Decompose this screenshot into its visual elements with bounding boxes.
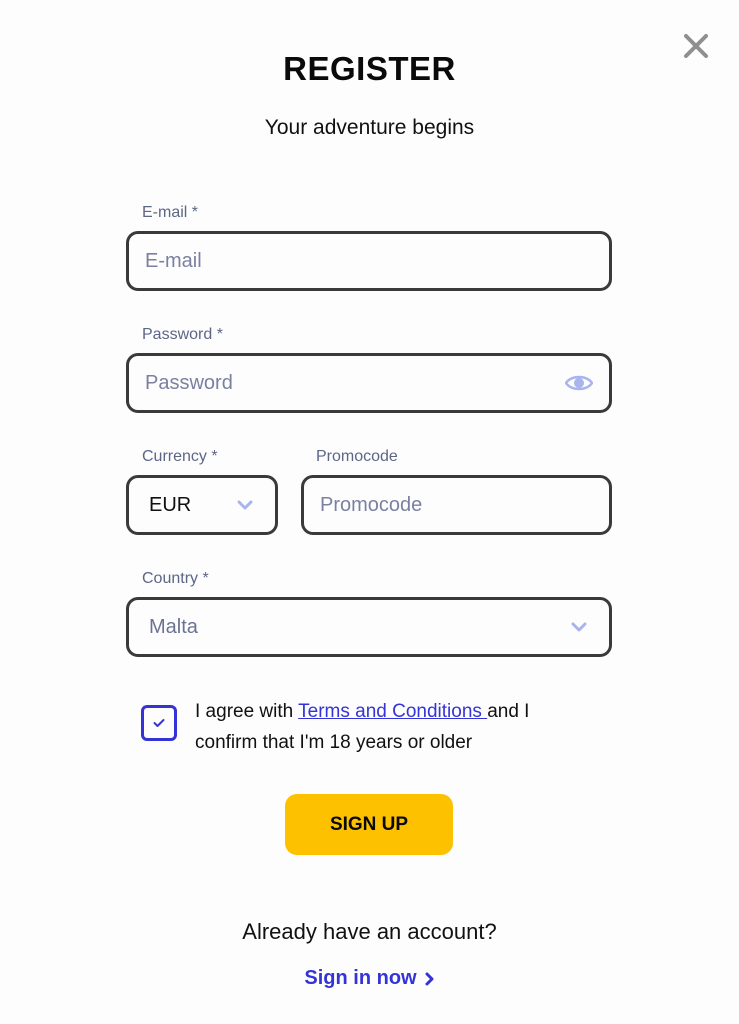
email-input[interactable] xyxy=(145,249,593,273)
currency-value: EUR xyxy=(149,493,192,516)
page-title: REGISTER xyxy=(283,50,456,87)
eye-icon xyxy=(565,375,593,391)
promocode-field-wrapper xyxy=(301,475,612,535)
checkmark-icon xyxy=(153,719,165,727)
promocode-input[interactable] xyxy=(320,493,593,517)
country-label: Country * xyxy=(142,570,209,587)
password-label: Password * xyxy=(142,326,223,343)
sign-in-link[interactable]: Sign in now xyxy=(0,967,739,990)
terms-checkbox[interactable] xyxy=(141,705,177,741)
country-select[interactable]: Malta xyxy=(126,597,612,657)
register-modal: REGISTER Your adventure begins E-mail * … xyxy=(0,0,739,1024)
currency-select[interactable]: EUR xyxy=(126,475,278,535)
password-field-wrapper xyxy=(126,353,612,413)
chevron-down-icon xyxy=(569,620,589,634)
password-input[interactable] xyxy=(145,371,565,395)
agree-text-before: I agree with xyxy=(195,701,299,722)
page-subtitle: Your adventure begins xyxy=(264,116,475,139)
sign-in-label: Sign in now xyxy=(304,967,417,989)
currency-label: Currency * xyxy=(142,448,218,465)
chevron-right-icon xyxy=(425,972,434,985)
terms-link[interactable]: Terms and Conditions xyxy=(298,701,487,722)
email-field-wrapper xyxy=(126,231,612,291)
promocode-label: Promocode xyxy=(316,448,398,465)
show-password-toggle[interactable] xyxy=(565,374,593,392)
chevron-down-icon xyxy=(235,498,255,512)
already-have-account-text: Already have an account? xyxy=(242,919,497,944)
country-value: Malta xyxy=(149,615,198,638)
sign-up-button[interactable]: SIGN UP xyxy=(285,794,453,855)
email-label: E-mail * xyxy=(142,204,199,221)
terms-agreement-text: I agree with Terms and Conditions and I … xyxy=(195,696,595,758)
